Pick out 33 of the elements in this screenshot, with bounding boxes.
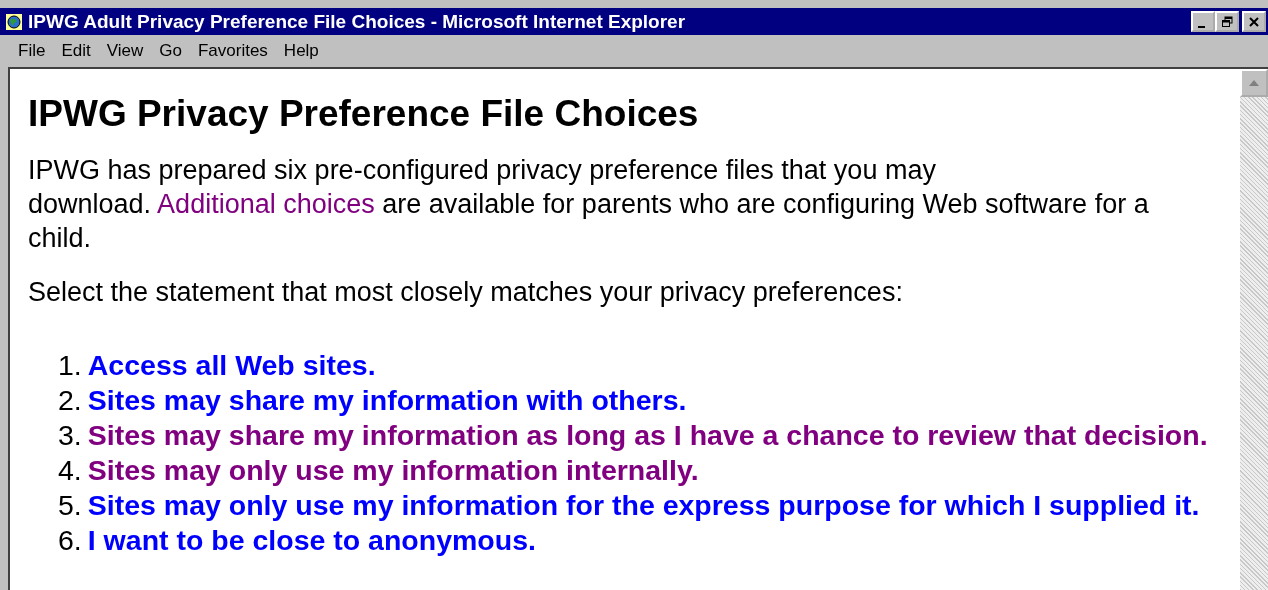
- list-number: 5.: [58, 488, 82, 523]
- list-number: 1.: [58, 348, 82, 383]
- intro-paragraph: IPWG has prepared six pre-configured privacy preference files that you may download. Additional choices are available for parents who are configuring Web software for a child.: [28, 154, 1150, 255]
- list-number: 2.: [58, 383, 82, 418]
- globe-icon: [6, 13, 22, 30]
- minimize-icon: [1198, 25, 1205, 28]
- menu-item[interactable]: Help: [275, 41, 327, 61]
- choice-link[interactable]: Sites may share my information as long as I have a chance to review that decision.: [87, 418, 1208, 453]
- list-number: 4.: [58, 453, 82, 488]
- choice-link[interactable]: Sites may only use my information for the express purpose for which I supplied it.: [87, 488, 1200, 523]
- minimize-button[interactable]: [1191, 11, 1215, 32]
- menu-item[interactable]: Favorites: [189, 41, 276, 61]
- menu-item[interactable]: File: [10, 41, 54, 61]
- close-button[interactable]: [1242, 11, 1266, 32]
- additional-choices-link[interactable]: Additional choices: [157, 189, 375, 219]
- choice-link[interactable]: Sites may only use my information internally.: [87, 453, 699, 488]
- up-arrow-icon: [1249, 80, 1259, 86]
- menu-item[interactable]: Go: [151, 41, 190, 61]
- restore-button[interactable]: [1215, 11, 1239, 32]
- list-number: 3.: [58, 418, 82, 453]
- choice-link[interactable]: Access all Web sites.: [87, 348, 376, 383]
- scroll-up-button[interactable]: [1240, 69, 1268, 97]
- choice-link[interactable]: Sites may share my information with others.: [87, 383, 687, 418]
- page-heading: IPWG Privacy Preference File Choices: [28, 93, 700, 135]
- scrollbar[interactable]: [1240, 69, 1268, 590]
- close-icon: [1248, 15, 1260, 28]
- instruction-text: Select the statement that most closely matches your privacy preferences:: [28, 276, 904, 309]
- window-title: IPWG Adult Privacy Preference File Choices - Microsoft Internet Explorer: [28, 10, 687, 33]
- list-number: 6.: [58, 523, 82, 558]
- menu-item[interactable]: View: [98, 41, 152, 61]
- menu-item[interactable]: Edit: [53, 41, 99, 61]
- restore-icon: [1221, 15, 1233, 28]
- choice-link[interactable]: I want to be close to anonymous.: [87, 523, 536, 558]
